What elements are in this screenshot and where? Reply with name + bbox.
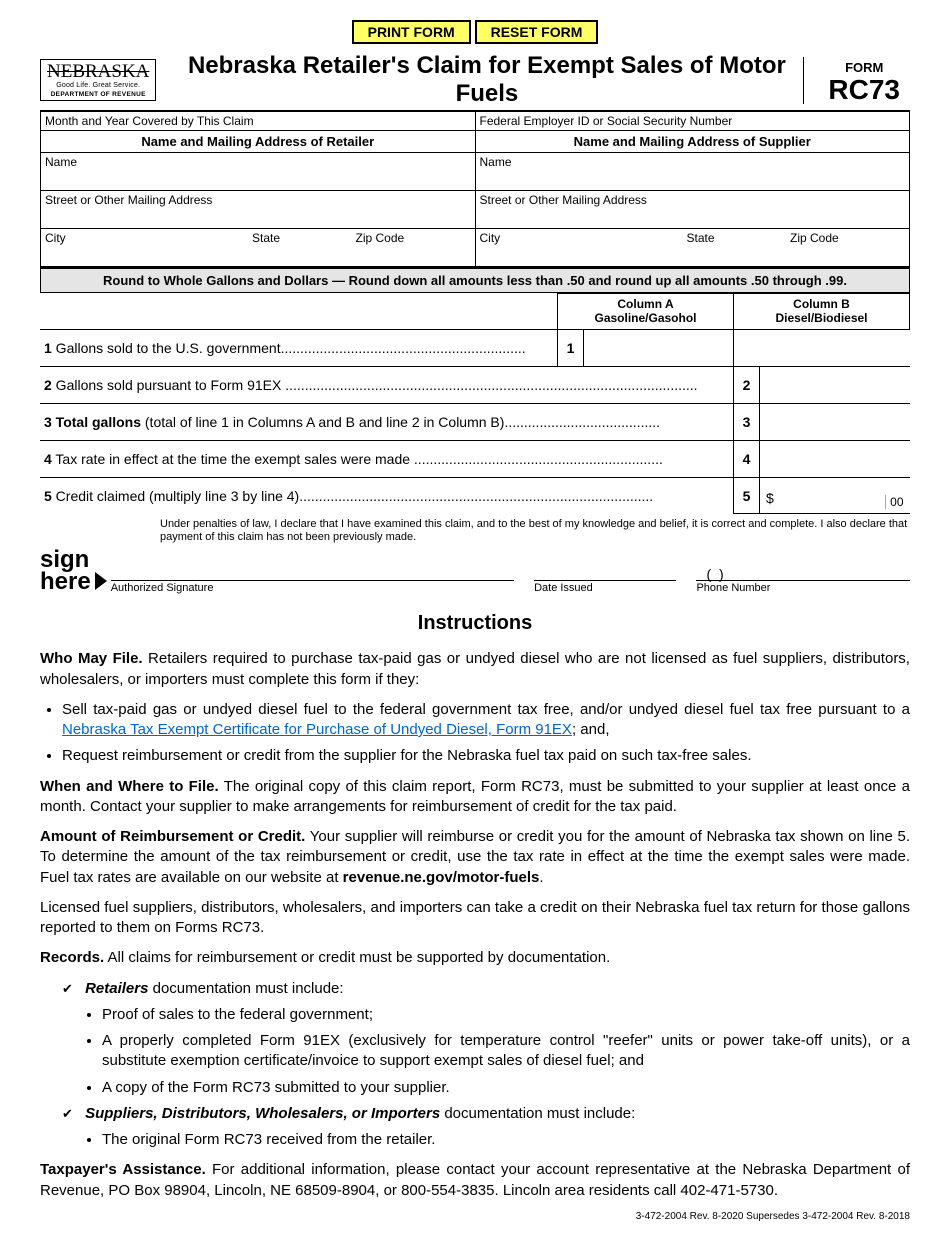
logo-department: DEPARTMENT OF REVENUE bbox=[47, 92, 149, 99]
supplier-street-label: Street or Other Mailing Address bbox=[480, 193, 647, 207]
who-may-file-label: Who May File. bbox=[40, 650, 143, 667]
supplier-city-label: City bbox=[480, 231, 687, 245]
line-4-desc: 4 Tax rate in effect at the time the exe… bbox=[40, 440, 734, 477]
supplier-state-label: State bbox=[687, 231, 791, 245]
line-5-input[interactable]: $ 00 bbox=[760, 477, 910, 514]
line-3-num: 3 bbox=[734, 403, 760, 440]
phone-field[interactable]: ( ) Phone Number bbox=[696, 566, 910, 594]
suppliers-check: Suppliers, Distributors, Wholesalers, or… bbox=[62, 1104, 910, 1151]
instructions-body: Who May File. Retailers required to purc… bbox=[40, 649, 910, 1201]
phone-label: Phone Number bbox=[696, 580, 910, 594]
line-4-input[interactable] bbox=[760, 440, 910, 477]
fein-label: Federal Employer ID or Social Security N… bbox=[480, 114, 733, 128]
date-issued-field[interactable]: Date Issued bbox=[534, 580, 676, 594]
currency-symbol: $ bbox=[766, 490, 774, 506]
when-where-label: When and Where to File. bbox=[40, 778, 219, 795]
form-id-box: FORM RC73 bbox=[803, 57, 910, 104]
arrow-icon bbox=[95, 572, 107, 590]
form-header: NEBRASKA Good Life. Great Service. DEPAR… bbox=[40, 52, 910, 112]
line-1-col-b-input[interactable] bbox=[734, 329, 910, 366]
licensed-para: Licensed fuel suppliers, distributors, w… bbox=[40, 898, 910, 939]
supplier-zip-label: Zip Code bbox=[790, 231, 905, 245]
revision-footer: 3‑472‑2004 Rev. 8‑2020 Supersedes 3‑472‑… bbox=[40, 1211, 910, 1222]
retailer-city-label: City bbox=[45, 231, 252, 245]
who-bullet-1: Sell tax‑paid gas or undyed diesel fuel … bbox=[62, 700, 910, 741]
line-3-desc: 3 Total gallons (total of line 1 in Colu… bbox=[40, 403, 734, 440]
line-2-input[interactable] bbox=[760, 366, 910, 403]
line-5-desc: 5 Credit claimed (multiply line 3 by lin… bbox=[40, 477, 734, 514]
logo-state-name: NEBRASKA bbox=[47, 62, 149, 81]
print-form-button[interactable]: PRINT FORM bbox=[352, 20, 471, 44]
retailer-doc-1: Proof of sales to the federal government… bbox=[102, 1005, 910, 1025]
retailer-header: Name and Mailing Address of Retailer bbox=[41, 131, 476, 153]
retailer-name-label: Name bbox=[45, 155, 77, 169]
supplier-doc-1: The original Form RC73 received from the… bbox=[102, 1130, 910, 1150]
top-button-bar: PRINT FORM RESET FORM bbox=[40, 20, 910, 44]
retailer-zip-label: Zip Code bbox=[356, 231, 471, 245]
line-2-num: 2 bbox=[734, 366, 760, 403]
period-label: Month and Year Covered by This Claim bbox=[45, 114, 254, 128]
authorized-signature-field[interactable]: Authorized Signature bbox=[111, 580, 514, 594]
who-bullet-2: Request reimbursement or credit from the… bbox=[62, 746, 910, 766]
line-2-desc: 2 Gallons sold pursuant to Form 91EX ...… bbox=[40, 366, 734, 403]
line-1-desc: 1 Gallons sold to the U.S. government...… bbox=[40, 329, 558, 366]
state-logo: NEBRASKA Good Life. Great Service. DEPAR… bbox=[40, 59, 156, 101]
records-text: All claims for reimbursement or credit m… bbox=[104, 949, 610, 966]
form-code: RC73 bbox=[828, 76, 900, 104]
column-a-header: Column AGasoline/Gasohol bbox=[558, 294, 734, 330]
logo-tagline: Good Life. Great Service. bbox=[47, 82, 149, 89]
retailer-street-label: Street or Other Mailing Address bbox=[45, 193, 212, 207]
retailers-check: Retailers documentation must include: Pr… bbox=[62, 979, 910, 1098]
line-4-num: 4 bbox=[734, 440, 760, 477]
who-may-file-text: Retailers required to purchase tax‑paid … bbox=[40, 650, 910, 687]
calculation-table: Column AGasoline/Gasohol Column BDiesel/… bbox=[40, 293, 910, 514]
amount-label: Amount of Reimbursement or Credit. bbox=[40, 828, 305, 845]
line-3-input[interactable] bbox=[760, 403, 910, 440]
sign-here-label: signhere bbox=[40, 549, 93, 595]
form-title: Nebraska Retailer's Claim for Exempt Sal… bbox=[170, 52, 803, 108]
column-b-header: Column BDiesel/Biodiesel bbox=[734, 294, 910, 330]
rounding-bar: Round to Whole Gallons and Dollars — Rou… bbox=[40, 267, 910, 293]
reset-form-button[interactable]: RESET FORM bbox=[475, 20, 599, 44]
rounding-note: Round to Whole Gallons and Dollars — Rou… bbox=[41, 268, 910, 293]
website-bold: revenue.ne.gov/motor-fuels bbox=[343, 869, 540, 886]
retailer-state-label: State bbox=[252, 231, 356, 245]
line-1-num: 1 bbox=[558, 329, 584, 366]
line-1-col-a-input[interactable] bbox=[584, 329, 734, 366]
line-5-num: 5 bbox=[734, 477, 760, 514]
cents-suffix: 00 bbox=[885, 495, 903, 509]
supplier-name-label: Name bbox=[480, 155, 512, 169]
signature-row: signhere Authorized Signature Date Issue… bbox=[40, 549, 910, 595]
instructions-header: Instructions bbox=[40, 612, 910, 635]
form-word: FORM bbox=[828, 61, 900, 74]
taxpayer-assist-label: Taxpayer's Assistance. bbox=[40, 1161, 206, 1178]
info-table: Month and Year Covered by This Claim Fed… bbox=[40, 112, 910, 267]
retailer-doc-2: A properly completed Form 91EX (exclusiv… bbox=[102, 1031, 910, 1072]
retailer-doc-3: A copy of the Form RC73 submitted to you… bbox=[102, 1078, 910, 1098]
records-label: Records. bbox=[40, 949, 104, 966]
declaration-text: Under penalties of law, I declare that I… bbox=[40, 514, 910, 546]
supplier-header: Name and Mailing Address of Supplier bbox=[475, 131, 910, 153]
form-91ex-link[interactable]: Nebraska Tax Exempt Certificate for Purc… bbox=[62, 721, 572, 738]
